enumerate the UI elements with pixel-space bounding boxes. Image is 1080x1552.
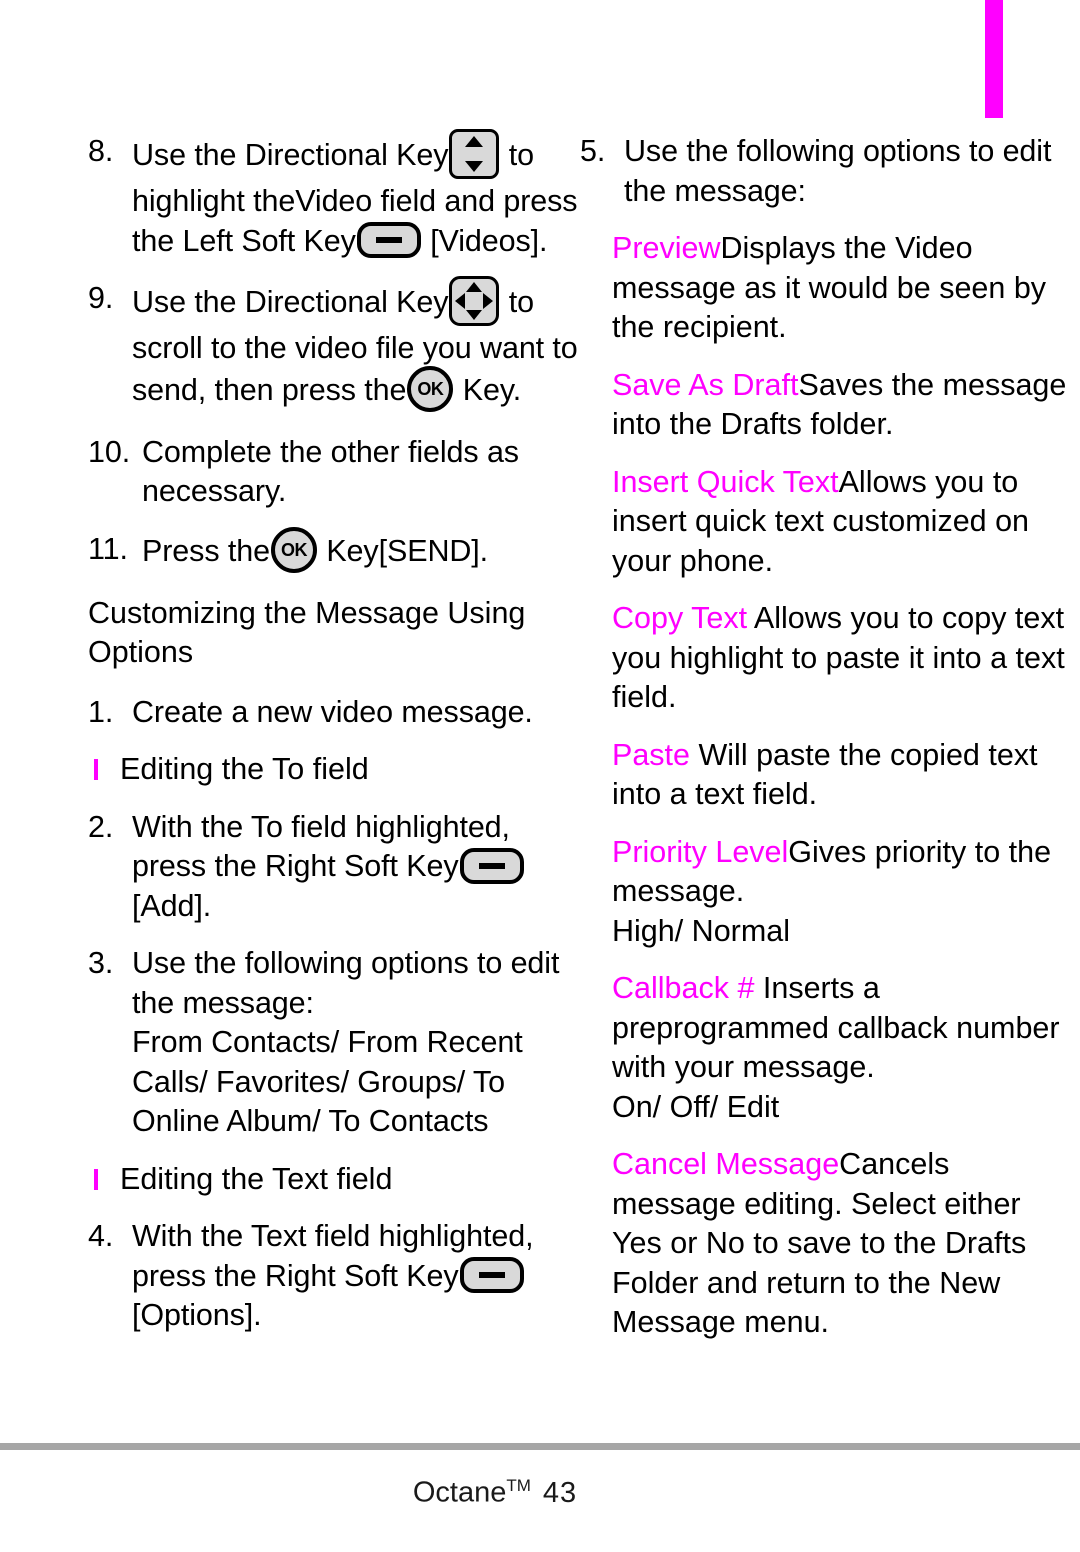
option-term: Save As Draft — [612, 367, 799, 402]
page-number: 43 — [542, 1476, 578, 1509]
step-8-text-d: [Videos]. — [430, 223, 548, 258]
step-4: 4. With the Text field highlighted, press… — [88, 1217, 580, 1336]
step-4-number: 4. — [88, 1219, 114, 1253]
footer-brand: Octane — [412, 1476, 507, 1509]
option-entry-save-as-draft: Save As DraftSaves the message into the … — [580, 366, 1072, 445]
section-heading: Customizing the Message Using Options — [88, 595, 526, 670]
step-2-text-a: With the To field highlighted, press the… — [132, 809, 510, 884]
option-term: Preview — [612, 231, 721, 265]
right-column: 5. Use the following options to edit the … — [580, 118, 1072, 1418]
bullet-tick-icon — [94, 1168, 98, 1190]
bullet-tick-icon — [94, 759, 98, 780]
ok-key-icon: OK — [407, 365, 454, 412]
directional-key-updown-icon — [449, 129, 500, 179]
step-9-number: 9. — [88, 281, 114, 315]
step-3-text: Use the following options to edit the me… — [132, 946, 560, 1020]
step-5-text: Use the following options to edit the me… — [624, 134, 1052, 208]
step-1-number: 1. — [88, 694, 114, 729]
option-entry-priority-level: Priority LevelGives priority to the mess… — [580, 833, 1072, 952]
step-10-number: 10. — [88, 434, 131, 469]
ok-key-icon: OK — [270, 526, 317, 573]
step-5: 5. Use the following options to edit the … — [580, 132, 1072, 211]
step-10: 10. Complete the other fields as necessar… — [88, 433, 580, 512]
step-2: 2. With the To field highlighted, press t… — [88, 808, 580, 927]
step-8-number: 8. — [88, 134, 114, 168]
page-content: 8. Use the Directional Key to highlight t… — [0, 118, 1080, 1418]
option-entry-cancel-message: Cancel MessageCancels message editing. S… — [580, 1145, 1072, 1343]
left-column: 8. Use the Directional Key to highlight t… — [88, 118, 580, 1418]
step-11-text-c: [SEND]. — [378, 533, 489, 568]
ok-key-label: OK — [280, 539, 308, 560]
step-11-text-b: Key — [326, 533, 379, 568]
page-footer: OctaneTM 43 — [0, 1468, 1080, 1511]
step-1-text: Create a new video message. — [132, 694, 533, 729]
step-1: 1. Create a new video message. — [88, 693, 580, 733]
step-2-number: 2. — [88, 809, 114, 844]
step-8-text-a: Use the Directional Key — [132, 138, 449, 173]
subheading-editing-text-field: Editing the Text field — [88, 1160, 580, 1200]
footer-divider — [0, 1443, 1080, 1450]
step-8: 8. Use the Directional Key to highlight t… — [88, 129, 580, 261]
step-8-emphasis: Video — [295, 184, 373, 218]
subheading-editing-to-field: Editing the To field — [88, 750, 580, 790]
step-9-text-b: to — [508, 285, 535, 320]
step-5-number: 5. — [580, 134, 606, 168]
option-term: Paste — [612, 737, 690, 772]
option-values: High/ Normal — [612, 913, 790, 948]
option-entry-insert-quick-text: Insert Quick TextAllows you to insert qu… — [580, 463, 1072, 582]
step-4-text-b: [Options]. — [132, 1298, 262, 1332]
step-9-text-a: Use the Directional Key — [132, 285, 449, 320]
option-term: Copy Text — [612, 601, 748, 635]
directional-key-4way-icon — [449, 276, 500, 326]
section-tab-marker — [985, 0, 1003, 118]
step-2-text-b: [Add]. — [132, 888, 212, 923]
step-3-number: 3. — [88, 946, 114, 980]
soft-key-icon — [459, 847, 524, 884]
option-entry-copy-text: Copy Text Allows you to copy text you hi… — [580, 599, 1072, 718]
subheading-editing-text-field-label: Editing the Text field — [120, 1161, 393, 1196]
option-term: Insert Quick Text — [612, 464, 839, 499]
subheading-editing-to-field-label: Editing the To field — [120, 752, 369, 786]
option-values: On/ Off/ Edit — [612, 1089, 780, 1124]
option-entry-preview: PreviewDisplays the Video message as it … — [580, 229, 1072, 348]
step-10-text: Complete the other fields as necessary. — [142, 434, 519, 509]
step-3: 3. Use the following options to edit the … — [88, 944, 580, 1142]
soft-key-icon — [356, 222, 421, 259]
step-9: 9. Use the Directional Key to scroll to t… — [88, 276, 580, 415]
step-9-text-d: Key. — [462, 372, 522, 407]
step-11-text-a: Press the — [142, 533, 270, 568]
footer-trademark: TM — [506, 1476, 531, 1495]
option-entry-callback-number: Callback # Inserts a preprogrammed callb… — [580, 969, 1072, 1127]
option-term: Priority Level — [612, 834, 789, 869]
option-term: Cancel Message — [612, 1147, 840, 1181]
soft-key-icon — [459, 1257, 524, 1294]
ok-key-label: OK — [417, 378, 444, 399]
step-11-number: 11. — [88, 531, 128, 566]
option-entry-paste: Paste Will paste the copied text into a … — [580, 736, 1072, 815]
step-3-options: From Contacts/ From Recent Calls/ Favori… — [132, 1025, 523, 1138]
step-11: 11. Press the OK Key[SEND]. — [88, 526, 580, 576]
option-term: Callback # — [612, 971, 755, 1005]
